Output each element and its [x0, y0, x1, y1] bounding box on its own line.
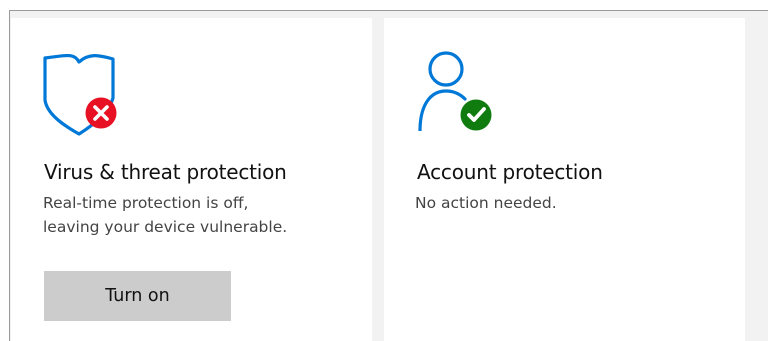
tile-title: Account protection — [417, 160, 603, 184]
tile-description: Real-time protection is off, leaving you… — [43, 191, 287, 239]
tile-title: Virus & threat protection — [44, 160, 287, 184]
previous-section-bottom-edge — [0, 0, 768, 10]
shield-error-icon — [43, 54, 117, 136]
tile-account-protection[interactable]: Account protection No action needed. — [384, 18, 745, 341]
person-icon — [428, 51, 464, 87]
description-line: leaving your device vulnerable. — [43, 218, 288, 236]
person-check-icon — [418, 51, 492, 131]
description-line: Real-time protection is off, — [43, 194, 249, 212]
security-tiles-panel: Virus & threat protection Real-time prot… — [9, 10, 768, 341]
tile-virus-threat-protection[interactable]: Virus & threat protection Real-time prot… — [11, 18, 372, 341]
tile-description: No action needed. — [415, 191, 557, 215]
turn-on-button[interactable]: Turn on — [44, 271, 231, 321]
description-line: No action needed. — [415, 194, 557, 212]
